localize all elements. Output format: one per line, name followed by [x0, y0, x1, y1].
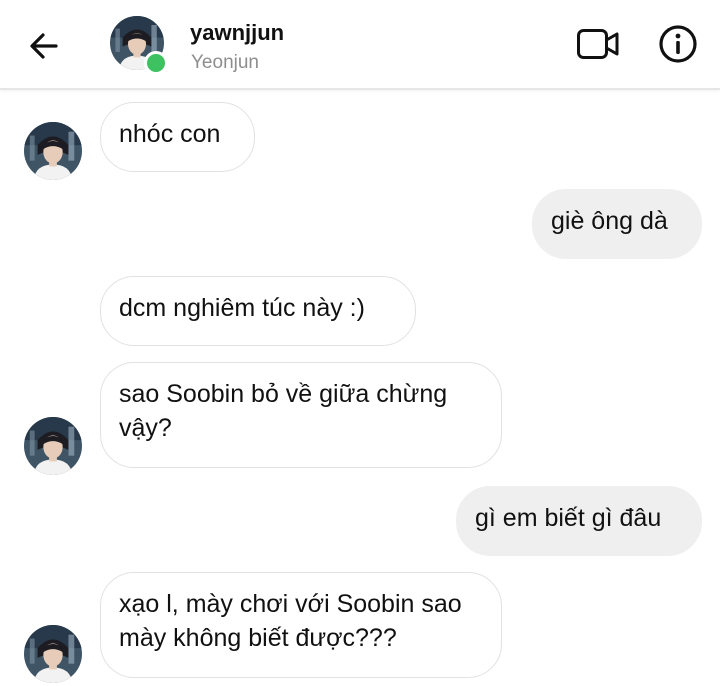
message-bubble-incoming[interactable]: sao Soobin bỏ về giữa chừng vậy? — [100, 362, 502, 468]
back-button[interactable] — [24, 26, 64, 66]
message-bubble-incoming[interactable]: dcm nghiêm túc này :) — [100, 276, 416, 346]
conversation-header: yawnjjun Yeonjun — [0, 0, 720, 90]
message-bubble-incoming[interactable]: nhóc con — [100, 102, 255, 172]
arrow-left-icon — [30, 33, 58, 59]
online-status-indicator — [144, 51, 168, 75]
message-bubble-incoming[interactable]: xạo l, mày chơi với Soobin sao mày không… — [100, 572, 502, 678]
message-bubble-outgoing[interactable]: giè ông dà — [532, 189, 702, 259]
sender-avatar[interactable] — [24, 625, 82, 683]
sender-avatar[interactable] — [24, 122, 82, 180]
video-call-button[interactable] — [575, 24, 621, 64]
message-bubble-outgoing[interactable]: gì em biết gì đâu — [456, 486, 702, 556]
sender-avatar[interactable] — [24, 417, 82, 475]
video-camera-icon — [577, 29, 619, 59]
contact-username[interactable]: yawnjjun — [190, 20, 284, 46]
info-button[interactable] — [657, 23, 699, 65]
info-circle-icon — [659, 25, 697, 63]
contact-display-name: Yeonjun — [191, 52, 259, 73]
